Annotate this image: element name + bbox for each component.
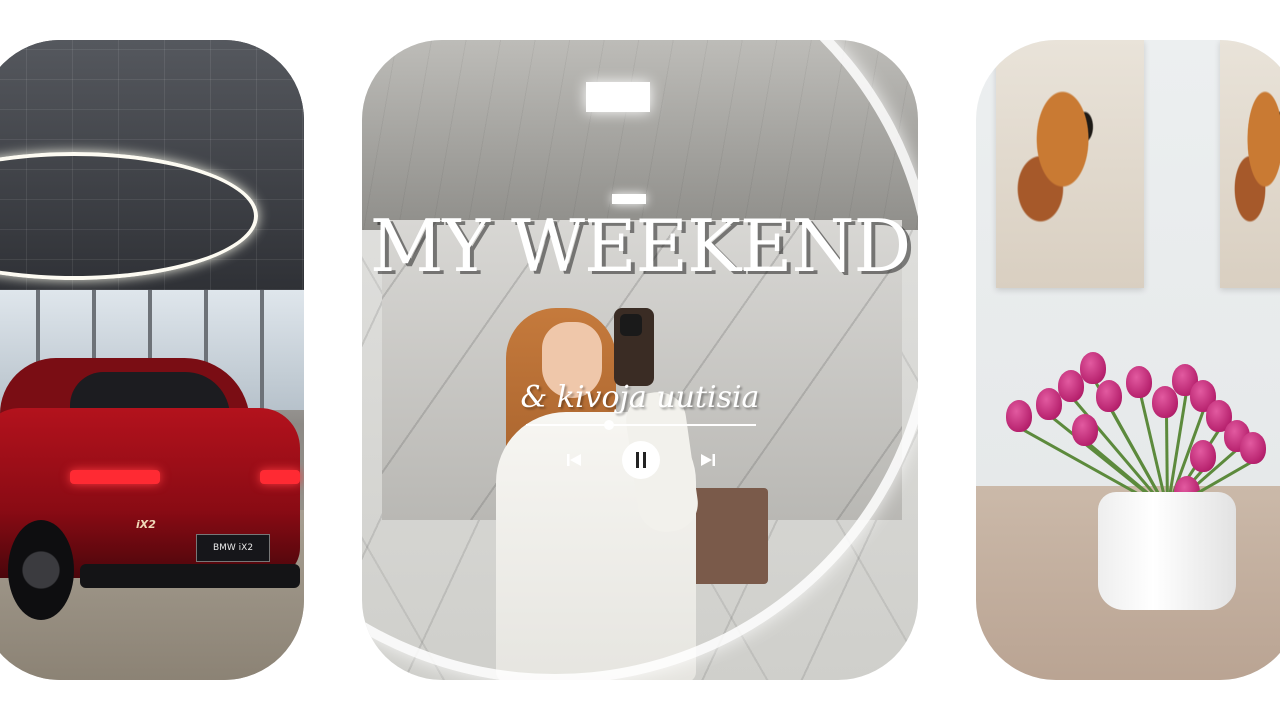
abstract-painting [996, 40, 1144, 288]
pause-icon [643, 452, 646, 468]
collage-subtitle: & kivoja uutisia [520, 380, 760, 415]
abstract-painting [1220, 40, 1280, 288]
room-background [976, 40, 1280, 680]
showroom-background: iX2 BMW iX2 [0, 40, 304, 680]
car-wheel [8, 520, 74, 620]
tulip-flower [1080, 352, 1106, 384]
tulip-flower [1126, 366, 1152, 398]
progress-knob[interactable] [603, 420, 614, 430]
skip-next-icon[interactable] [698, 450, 718, 470]
mirror-selfie-photo: MY WEEKEND & kivoja uutisia [362, 40, 918, 680]
collage-title: MY WEEKEND [369, 204, 911, 288]
skip-previous-icon[interactable] [564, 450, 584, 470]
bathroom-background [362, 40, 918, 680]
tulips-photo [976, 40, 1280, 680]
license-plate: BMW iX2 [196, 534, 270, 562]
pause-icon [636, 452, 639, 468]
tail-light-right [260, 470, 300, 484]
tail-light-left [70, 470, 160, 484]
car-bumper [80, 564, 300, 588]
white-vase [1098, 492, 1236, 610]
pause-button[interactable] [622, 441, 660, 479]
tulip-flower [1096, 380, 1122, 412]
red-car: iX2 BMW iX2 [0, 358, 300, 620]
tulip-flower [1006, 400, 1032, 432]
progress-bar[interactable] [526, 420, 756, 430]
tulip-flower [1240, 432, 1266, 464]
tulip-flower [1190, 440, 1216, 472]
collage: iX2 BMW iX2 MY WEEKEND & kivoja uutisia [0, 0, 1280, 720]
car-showroom-photo: iX2 BMW iX2 [0, 40, 304, 680]
car-model-badge: iX2 [136, 518, 156, 531]
tulip-flower [1072, 414, 1098, 446]
